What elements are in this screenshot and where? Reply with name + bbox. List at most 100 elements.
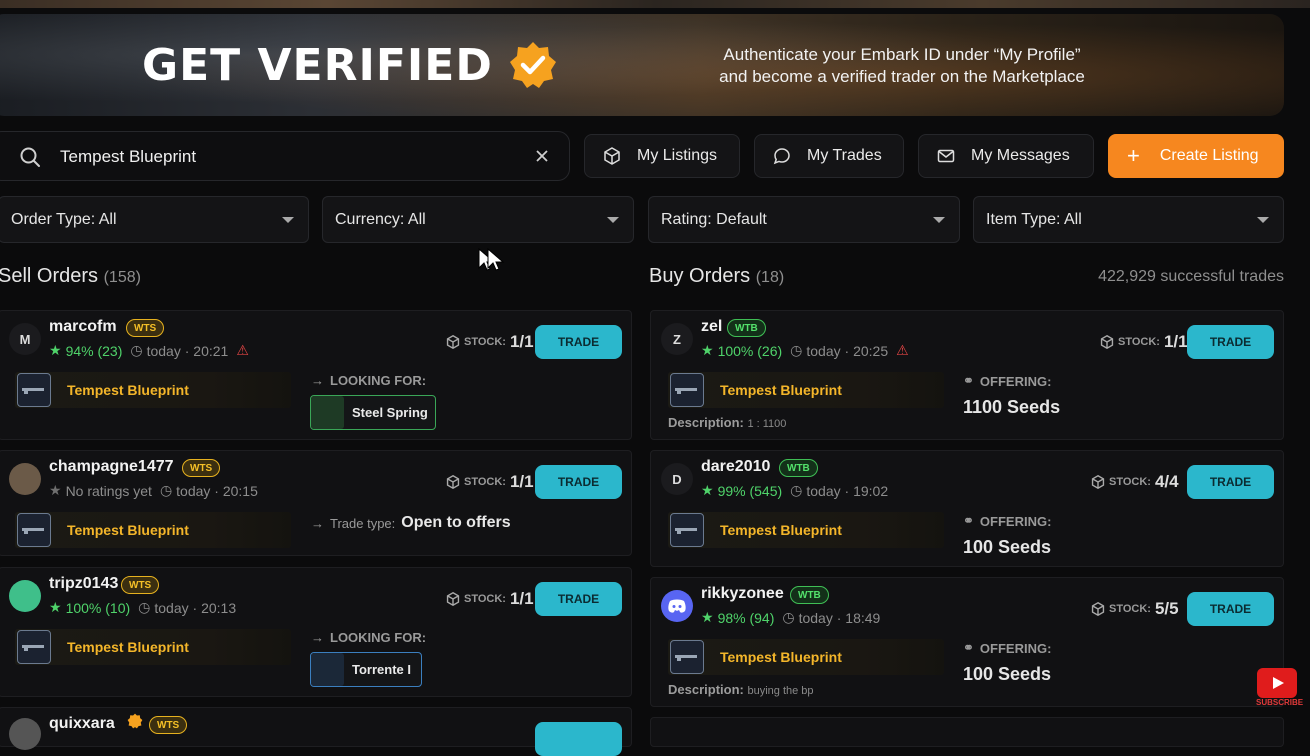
looking-for-label: → LOOKING FOR: — [311, 630, 426, 645]
my-trades-button[interactable]: My Trades — [754, 134, 904, 178]
avatar[interactable] — [9, 580, 41, 612]
arrow-right-icon: → — [311, 630, 324, 645]
rating-filter[interactable]: Rating: Default — [648, 196, 960, 243]
search-input[interactable]: Tempest Blueprint — [60, 147, 196, 167]
username[interactable]: quixxara — [49, 715, 115, 733]
buy-order-card: Z zel WTB ★ 100% (26) ◷ today · 20:25 ⚠ … — [650, 310, 1284, 440]
trade-button[interactable]: TRADE — [1187, 325, 1274, 359]
star-icon: ★ — [701, 609, 714, 625]
trade-button[interactable] — [535, 722, 622, 756]
plus-icon: + — [1127, 143, 1140, 168]
box-icon — [1100, 335, 1114, 349]
looking-for-item[interactable]: Steel Spring — [310, 395, 436, 430]
trade-button[interactable]: TRADE — [535, 582, 622, 616]
trade-button[interactable]: TRADE — [1187, 592, 1274, 626]
avatar[interactable]: D — [661, 463, 693, 495]
order-type-filter[interactable]: Order Type: All — [0, 196, 309, 243]
currency-filter[interactable]: Currency: All — [322, 196, 634, 243]
avatar[interactable]: Z — [661, 323, 693, 355]
looking-for-label: → LOOKING FOR: — [311, 373, 426, 388]
trade-type: → Trade type: Open to offers — [311, 514, 511, 532]
my-listings-button[interactable]: My Listings — [584, 134, 740, 178]
username[interactable]: rikkyzonee — [701, 585, 784, 603]
wts-badge: WTS — [182, 459, 221, 477]
chevron-down-icon — [607, 217, 619, 223]
star-icon: ★ — [49, 482, 62, 498]
stock-label: STOCK: — [1118, 336, 1160, 348]
stock-value: 1/1 — [509, 472, 534, 491]
avatar[interactable] — [9, 718, 41, 750]
rating: 100% (10) — [65, 599, 131, 616]
clock-icon: ◷ — [130, 342, 143, 358]
looking-for-item[interactable]: Torrente I — [310, 652, 422, 687]
mouse-cursor-icon — [478, 248, 505, 271]
username[interactable]: tripz0143 — [49, 575, 118, 593]
description: Description: 1 : 1100 — [668, 415, 786, 430]
stock-value: 4/4 — [1154, 472, 1179, 491]
rating: 100% (26) — [717, 342, 783, 359]
item-type-filter[interactable]: Item Type: All — [973, 196, 1284, 243]
user-meta: ★ 98% (94) ◷ today · 18:49 — [701, 609, 880, 626]
avatar[interactable] — [9, 463, 41, 495]
offering-value: 1100 Seeds — [963, 397, 1061, 417]
item-chip[interactable]: Tempest Blueprint — [668, 512, 944, 548]
buy-orders-title: Buy Orders — [649, 265, 751, 287]
warning-icon: ⚠ — [236, 342, 249, 358]
stock-value: 1/1 — [509, 589, 534, 608]
stock-info: STOCK: 4/4 — [1091, 472, 1179, 492]
my-messages-button[interactable]: My Messages — [918, 134, 1094, 178]
clear-search-icon[interactable] — [532, 146, 552, 166]
search-bar[interactable]: Tempest Blueprint — [0, 131, 570, 181]
stock-info: STOCK: 1/1 — [1100, 332, 1188, 352]
currency-value: Currency: All — [335, 210, 426, 228]
username[interactable]: champagne1477 — [49, 458, 174, 476]
looking-for-item-name: Torrente I — [352, 662, 411, 677]
item-chip[interactable]: Tempest Blueprint — [15, 512, 291, 548]
offering-text: OFFERING: — [979, 640, 1052, 656]
item-chip[interactable]: Tempest Blueprint — [668, 372, 944, 408]
discord-avatar-icon[interactable] — [661, 590, 693, 622]
wts-badge: WTS — [121, 576, 160, 594]
username[interactable]: marcofm — [49, 318, 117, 336]
buy-order-card: rikkyzonee WTB ★ 98% (94) ◷ today · 18:4… — [650, 577, 1284, 707]
username[interactable]: zel — [701, 318, 722, 336]
mail-icon — [937, 149, 955, 163]
offering-text: OFFERING: — [979, 513, 1052, 529]
item-chip[interactable]: Tempest Blueprint — [15, 372, 291, 408]
verified-badge-icon — [127, 713, 143, 729]
create-listing-button[interactable]: + Create Listing — [1108, 134, 1284, 178]
description-value: 1 : 1100 — [747, 418, 787, 430]
star-icon: ★ — [49, 342, 62, 358]
subscribe-label: SUBSCRIBE — [1256, 698, 1304, 707]
stock-value: 5/5 — [1154, 599, 1179, 618]
my-listings-label: My Listings — [637, 147, 718, 164]
youtube-subscribe-icon[interactable] — [1257, 668, 1297, 698]
chevron-down-icon — [1257, 217, 1269, 223]
clock-icon: ◷ — [790, 342, 803, 358]
arrow-right-icon: → — [311, 373, 324, 388]
verification-banner[interactable]: GET VERIFIED Authenticate your Embark ID… — [0, 14, 1284, 116]
trade-button[interactable]: TRADE — [535, 325, 622, 359]
item-chip[interactable]: Tempest Blueprint — [668, 639, 944, 675]
box-icon — [604, 147, 620, 165]
item-type-value: Item Type: All — [986, 210, 1082, 228]
description: Description: buying the bp — [668, 682, 814, 697]
chat-bubble-icon — [773, 148, 790, 165]
offering-text: OFFERING: — [979, 373, 1052, 389]
banner-subtitle-line1: Authenticate your Embark ID under “My Pr… — [723, 45, 1081, 64]
username[interactable]: dare2010 — [701, 458, 770, 476]
offering-label: ⚭ OFFERING: — [963, 373, 1051, 389]
blueprint-thumbnail — [670, 513, 704, 547]
successful-trades-count: 422,929 successful trades — [1098, 268, 1284, 285]
avatar[interactable]: M — [9, 323, 41, 355]
sell-orders-count: (158) — [103, 269, 141, 286]
star-icon: ★ — [701, 342, 714, 358]
looking-for-item-name: Steel Spring — [352, 405, 428, 420]
star-icon: ★ — [49, 599, 62, 615]
item-chip[interactable]: Tempest Blueprint — [15, 629, 291, 665]
trade-button[interactable]: TRADE — [535, 465, 622, 499]
trade-button[interactable]: TRADE — [1187, 465, 1274, 499]
rating: 99% (545) — [717, 482, 783, 499]
chevron-down-icon — [933, 217, 945, 223]
box-icon — [1091, 602, 1105, 616]
